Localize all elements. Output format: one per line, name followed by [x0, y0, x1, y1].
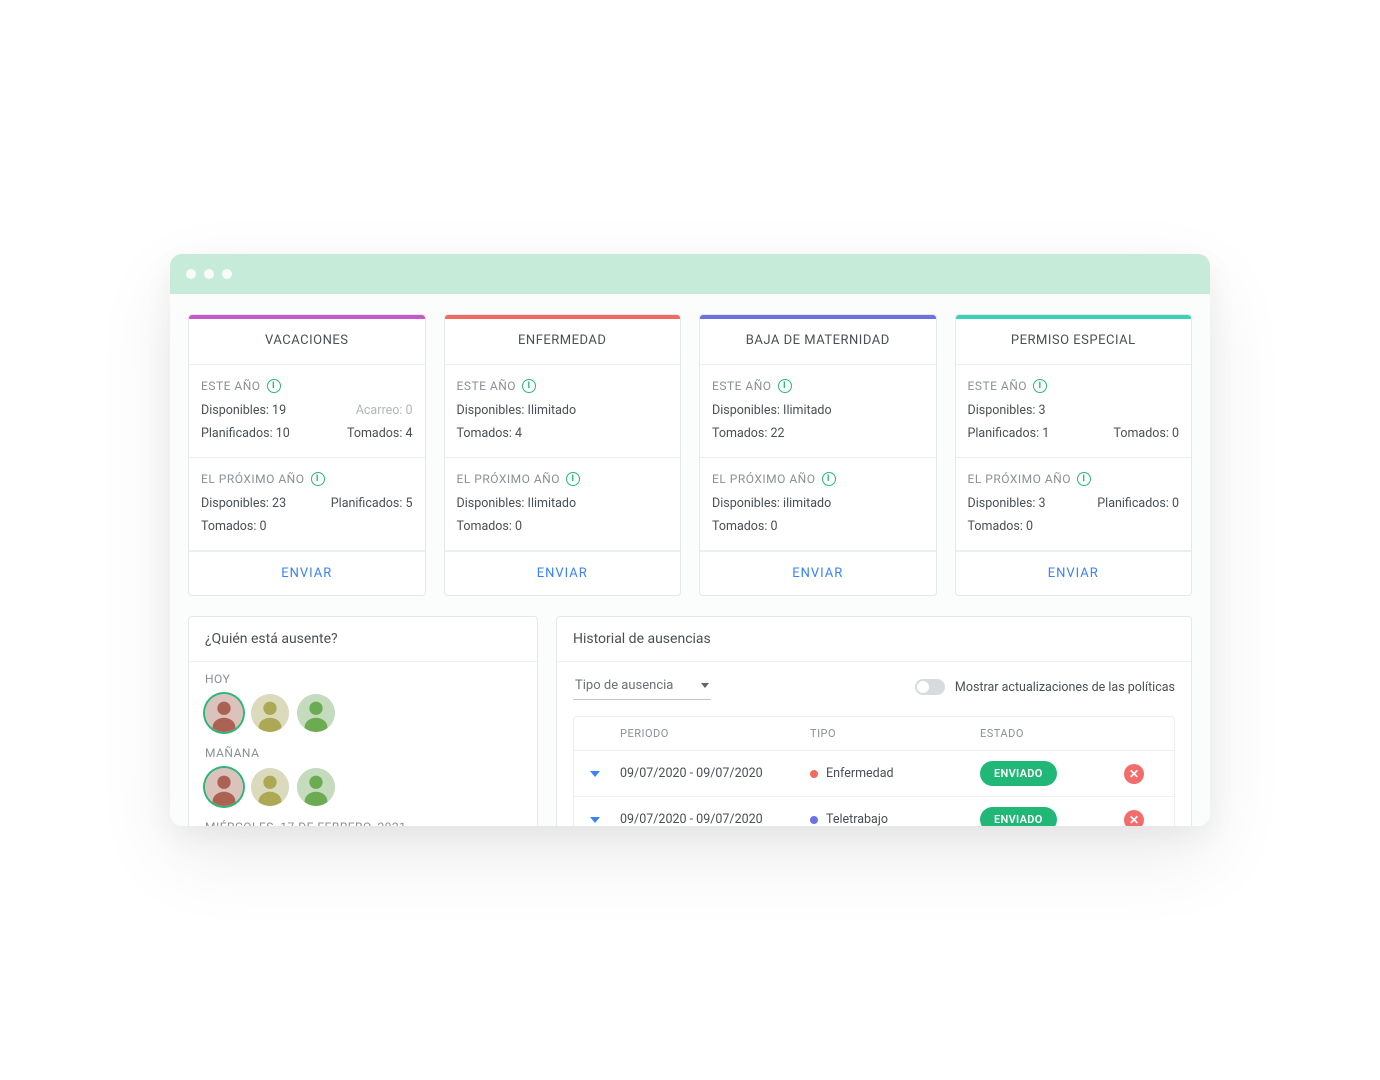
table-row: 09/07/2020 - 09/07/2020EnfermedadENVIADO…: [574, 750, 1174, 796]
avatar[interactable]: [205, 694, 243, 732]
delete-row-button[interactable]: ✕: [1124, 810, 1144, 827]
chevron-down-icon: [701, 683, 709, 688]
window-control-minimize[interactable]: [204, 269, 214, 279]
history-panel-title: Historial de ausencias: [557, 617, 1191, 662]
card-section: EL PRÓXIMO AÑOi Disponibles: 3Planificado…: [956, 458, 1192, 551]
cell-type: Enfermedad: [810, 766, 980, 781]
app-content: VACACIONES ESTE AÑOi Disponibles: 19Acarre…: [170, 294, 1210, 826]
stat-row: Disponibles: ilimitado: [712, 496, 924, 511]
absent-day-label: HOY: [205, 672, 521, 686]
stat-row: Tomados: 0: [457, 519, 669, 534]
avatar[interactable]: [205, 768, 243, 806]
stat-row: Disponibles: 19Acarreo: 0: [201, 403, 413, 418]
card-section: EL PRÓXIMO AÑOi Disponibles: 23Planificad…: [189, 458, 425, 551]
avatar[interactable]: [251, 694, 289, 732]
stat-row: Disponibles: Ilimitado: [457, 403, 669, 418]
card-title: VACACIONES: [189, 319, 425, 365]
avatar[interactable]: [251, 768, 289, 806]
expand-row-icon[interactable]: [590, 817, 600, 823]
stat-row: Planificados: 10Tomados: 4: [201, 426, 413, 441]
col-period: PERIODO: [620, 727, 810, 740]
info-icon[interactable]: i: [311, 472, 325, 486]
type-dot-icon: [810, 770, 818, 778]
stat-row: Disponibles: Ilimitado: [457, 496, 669, 511]
stat-row: Disponibles: Ilimitado: [712, 403, 924, 418]
history-panel: Historial de ausencias Tipo de ausencia …: [556, 616, 1192, 826]
summary-card: PERMISO ESPECIALESTE AÑOiDisponibles: 3P…: [955, 314, 1193, 596]
info-icon[interactable]: i: [267, 379, 281, 393]
card-title: BAJA DE MATERNIDAD: [700, 319, 936, 365]
policy-updates-toggle[interactable]: [915, 679, 945, 695]
stat-row: Planificados: 1Tomados: 0: [968, 426, 1180, 441]
window-control-maximize[interactable]: [222, 269, 232, 279]
avatar[interactable]: [297, 768, 335, 806]
card-section: ESTE AÑOi Disponibles: 19Acarreo: 0 Planif…: [189, 365, 425, 458]
app-window: VACACIONES ESTE AÑOi Disponibles: 19Acarre…: [170, 254, 1210, 826]
summary-card: BAJA DE MATERNIDAD ESTE AÑOi Disponibles: …: [699, 314, 937, 596]
absent-panel: ¿Quién está ausente? HOY MAÑANA MIÉRCOLES,…: [188, 616, 538, 826]
card-section: EL PRÓXIMO AÑOi Disponibles: ilimitado Tom…: [700, 458, 936, 551]
table-header: PERIODO TIPO ESTADO: [574, 717, 1174, 750]
absent-group: MIÉRCOLES, 17 DE FEBRERO, 2021: [205, 820, 521, 826]
expand-row-icon[interactable]: [590, 771, 600, 777]
card-title: PERMISO ESPECIAL: [956, 319, 1192, 365]
absent-group: HOY: [205, 672, 521, 732]
window-control-close[interactable]: [186, 269, 196, 279]
stat-row: Disponibles: 3Planificados: 0: [968, 496, 1180, 511]
absent-day-label: MAÑANA: [205, 746, 521, 760]
cell-period: 09/07/2020 - 09/07/2020: [620, 766, 810, 781]
stat-row: Tomados: 0: [968, 519, 1180, 534]
absent-panel-title: ¿Quién está ausente?: [189, 617, 537, 662]
section-label: ESTE AÑOi: [201, 379, 413, 393]
cell-period: 09/07/2020 - 09/07/2020: [620, 812, 810, 826]
card-section: ESTE AÑOi Disponibles: Ilimitado Tomados: …: [445, 365, 681, 458]
info-icon[interactable]: i: [522, 379, 536, 393]
col-status: ESTADO: [980, 727, 1124, 740]
section-label: ESTE AÑOi: [968, 379, 1180, 393]
send-button[interactable]: ENVIAR: [445, 551, 681, 595]
info-icon[interactable]: i: [822, 472, 836, 486]
summary-cards: VACACIONES ESTE AÑOi Disponibles: 19Acarre…: [188, 314, 1192, 596]
summary-card: VACACIONES ESTE AÑOi Disponibles: 19Acarre…: [188, 314, 426, 596]
card-section: EL PRÓXIMO AÑOi Disponibles: Ilimitado Tom…: [445, 458, 681, 551]
stat-row: Tomados: 22: [712, 426, 924, 441]
status-badge: ENVIADO: [980, 807, 1057, 826]
summary-card: ENFERMEDAD ESTE AÑOi Disponibles: Ilimitad…: [444, 314, 682, 596]
stat-row: Disponibles: 23Planificados: 5: [201, 496, 413, 511]
absence-type-dropdown[interactable]: Tipo de ausencia: [573, 674, 711, 700]
stat-row: Disponibles: 3: [968, 403, 1180, 418]
section-label: ESTE AÑOi: [457, 379, 669, 393]
dropdown-label: Tipo de ausencia: [575, 678, 673, 693]
type-dot-icon: [810, 816, 818, 824]
cell-type: Teletrabajo: [810, 812, 980, 826]
info-icon[interactable]: i: [778, 379, 792, 393]
history-table: PERIODO TIPO ESTADO 09/07/2020 - 09/07/2…: [573, 716, 1175, 826]
send-button[interactable]: ENVIAR: [189, 551, 425, 595]
section-label: EL PRÓXIMO AÑOi: [968, 472, 1180, 486]
window-titlebar: [170, 254, 1210, 294]
section-label: EL PRÓXIMO AÑOi: [712, 472, 924, 486]
info-icon[interactable]: i: [566, 472, 580, 486]
send-button[interactable]: ENVIAR: [700, 551, 936, 595]
info-icon[interactable]: i: [1077, 472, 1091, 486]
avatar[interactable]: [297, 694, 335, 732]
col-type: TIPO: [810, 727, 980, 740]
section-label: ESTE AÑOi: [712, 379, 924, 393]
send-button[interactable]: ENVIAR: [956, 551, 1192, 595]
absent-day-label: MIÉRCOLES, 17 DE FEBRERO, 2021: [205, 820, 521, 826]
card-section: ESTE AÑOi Disponibles: Ilimitado Tomados: …: [700, 365, 936, 458]
stat-row: Tomados: 0: [712, 519, 924, 534]
stat-row: Tomados: 0: [201, 519, 413, 534]
status-badge: ENVIADO: [980, 761, 1057, 786]
card-section: ESTE AÑOi Disponibles: 3 Planificados: 1To…: [956, 365, 1192, 458]
info-icon[interactable]: i: [1033, 379, 1047, 393]
absent-group: MAÑANA: [205, 746, 521, 806]
section-label: EL PRÓXIMO AÑOi: [201, 472, 413, 486]
delete-row-button[interactable]: ✕: [1124, 764, 1144, 784]
card-title: ENFERMEDAD: [445, 319, 681, 365]
toggle-label: Mostrar actualizaciones de las políticas: [955, 680, 1175, 695]
section-label: EL PRÓXIMO AÑOi: [457, 472, 669, 486]
table-row: 09/07/2020 - 09/07/2020TeletrabajoENVIAD…: [574, 796, 1174, 826]
stat-row: Tomados: 4: [457, 426, 669, 441]
